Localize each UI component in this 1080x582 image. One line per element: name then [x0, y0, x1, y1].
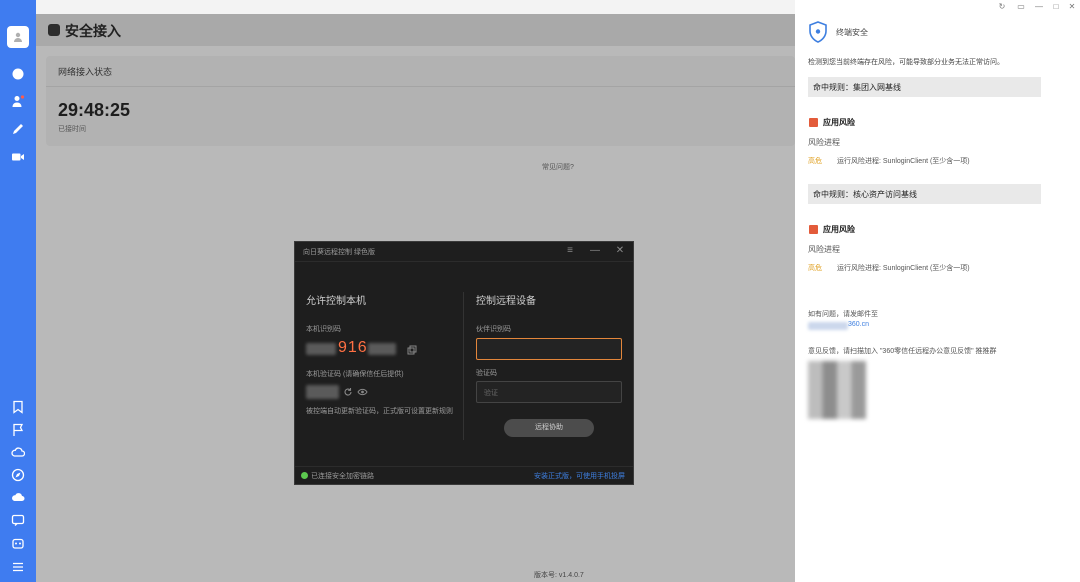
- refresh-icon[interactable]: ↻: [996, 2, 1008, 12]
- version-text: 版本号: v1.4.0.7: [534, 572, 584, 579]
- page-title: 安全接入: [65, 23, 121, 39]
- partner-id-label: 伙伴识别码: [476, 326, 511, 333]
- secure-status-text: 已连接安全加密链路: [311, 473, 374, 480]
- remote-assist-button[interactable]: 远程协助: [504, 419, 594, 437]
- panel-title: 终端安全: [836, 28, 868, 37]
- window-icon[interactable]: ▭: [1015, 2, 1027, 12]
- partner-id-input[interactable]: [476, 338, 622, 360]
- close-icon[interactable]: ✕: [613, 245, 627, 257]
- status-label: 网络接入状态: [58, 67, 113, 77]
- user-icon: [14, 32, 22, 42]
- cloud-icon[interactable]: [10, 444, 26, 460]
- verify-code-field-label: 验证码: [476, 370, 497, 377]
- device-id-redacted: [368, 343, 396, 355]
- divider: [463, 292, 464, 440]
- rule-header: 命中规则：集团入网基线: [808, 77, 1041, 97]
- risk-subtitle: 风险进程: [808, 138, 840, 147]
- risk-title: 应用风险: [823, 225, 855, 234]
- compass-icon[interactable]: [10, 467, 26, 483]
- rule-name: 命中规则：集团入网基线: [813, 83, 901, 92]
- eye-icon[interactable]: [357, 387, 368, 397]
- device-id-label: 本机识别码: [306, 326, 341, 333]
- device-id-redacted: [306, 343, 336, 355]
- chat-icon[interactable]: [10, 66, 26, 82]
- verify-code-redacted: [306, 385, 339, 399]
- faq-link[interactable]: 常见问题?: [542, 162, 574, 172]
- refresh-icon[interactable]: [343, 387, 353, 397]
- verify-hint: 被控端自动更新验证码，正式版可设置更新规则: [306, 408, 453, 415]
- verify-code-input[interactable]: 验证: [476, 381, 622, 403]
- app-header: 安全接入: [36, 14, 795, 46]
- secure-status-icon: [301, 472, 308, 479]
- verify-code-placeholder: 验证: [484, 390, 498, 397]
- risk-detail: 运行风险进程: SunloginClient (至少含一项): [837, 158, 970, 165]
- message-icon[interactable]: [10, 512, 26, 528]
- connection-timer: 29:48:25: [58, 100, 131, 120]
- avatar[interactable]: [7, 26, 29, 48]
- bot-icon[interactable]: [10, 535, 26, 551]
- risk-level: 高危: [808, 265, 822, 272]
- shield-icon: [809, 21, 827, 43]
- app-risk-icon: [809, 118, 818, 127]
- app-risk-icon: [809, 225, 818, 234]
- control-remote-title: 控制远程设备: [476, 296, 536, 307]
- menu-icon[interactable]: ≡: [563, 245, 577, 257]
- divider: [295, 261, 633, 262]
- dialog-title: 向日葵远程控制 绿色版: [303, 249, 375, 256]
- contacts-icon[interactable]: [10, 93, 26, 109]
- device-id-value: 916: [338, 339, 368, 356]
- close-icon[interactable]: ✕: [1066, 2, 1078, 12]
- risk-title: 应用风险: [823, 118, 855, 127]
- copy-icon[interactable]: [407, 345, 417, 355]
- cloud-active-icon[interactable]: [10, 489, 26, 505]
- risk-detail: 运行风险进程: SunloginClient (至少含一项): [837, 265, 970, 272]
- status-card: 网络接入状态 29:48:25 已接时间: [46, 56, 795, 146]
- left-sidebar: [0, 0, 36, 582]
- divider: [46, 86, 795, 87]
- edit-icon[interactable]: [10, 121, 26, 137]
- security-panel: ↻ ▭ — □ ✕ 终端安全 检测到您当前终端存在风险，可能导致部分业务无法正常…: [795, 0, 1080, 582]
- install-link[interactable]: 安装正式版，可使用手机投屏: [534, 471, 625, 481]
- qr-code: [808, 361, 866, 419]
- feedback-text: 意见反馈，请扫描加入 "360零信任远程办公意见反馈" 推推群: [808, 348, 997, 355]
- allow-control-title: 允许控制本机: [306, 296, 366, 307]
- email-redacted: [808, 322, 848, 330]
- panel-description: 检测到您当前终端存在风险，可能导致部分业务无法正常访问。: [808, 59, 1004, 66]
- video-icon[interactable]: [10, 149, 26, 165]
- minimize-icon[interactable]: —: [588, 245, 602, 257]
- rule-header: 命中规则：核心资产访问基线: [808, 184, 1041, 204]
- risk-level: 高危: [808, 158, 822, 165]
- maximize-icon[interactable]: □: [1050, 2, 1062, 12]
- divider: [295, 466, 633, 467]
- window-titlebar: [36, 0, 795, 14]
- risk-subtitle: 风险进程: [808, 245, 840, 254]
- timer-label: 已接时间: [58, 126, 86, 133]
- bookmark-icon[interactable]: [10, 399, 26, 415]
- remote-control-dialog: 向日葵远程控制 绿色版 ≡ — ✕ 允许控制本机 本机识别码 916 本机验证码…: [294, 241, 634, 485]
- flag-icon[interactable]: [10, 422, 26, 438]
- minimize-icon[interactable]: —: [1033, 2, 1045, 12]
- rule-name: 命中规则：核心资产访问基线: [813, 190, 917, 199]
- menu-icon[interactable]: [10, 559, 26, 575]
- contact-email-link[interactable]: 360.cn: [848, 321, 869, 328]
- app-logo-icon: [48, 24, 60, 36]
- verify-code-label: 本机验证码 (请确保信任后提供): [306, 371, 404, 378]
- contact-text: 如有问题，请发邮件至: [808, 311, 878, 318]
